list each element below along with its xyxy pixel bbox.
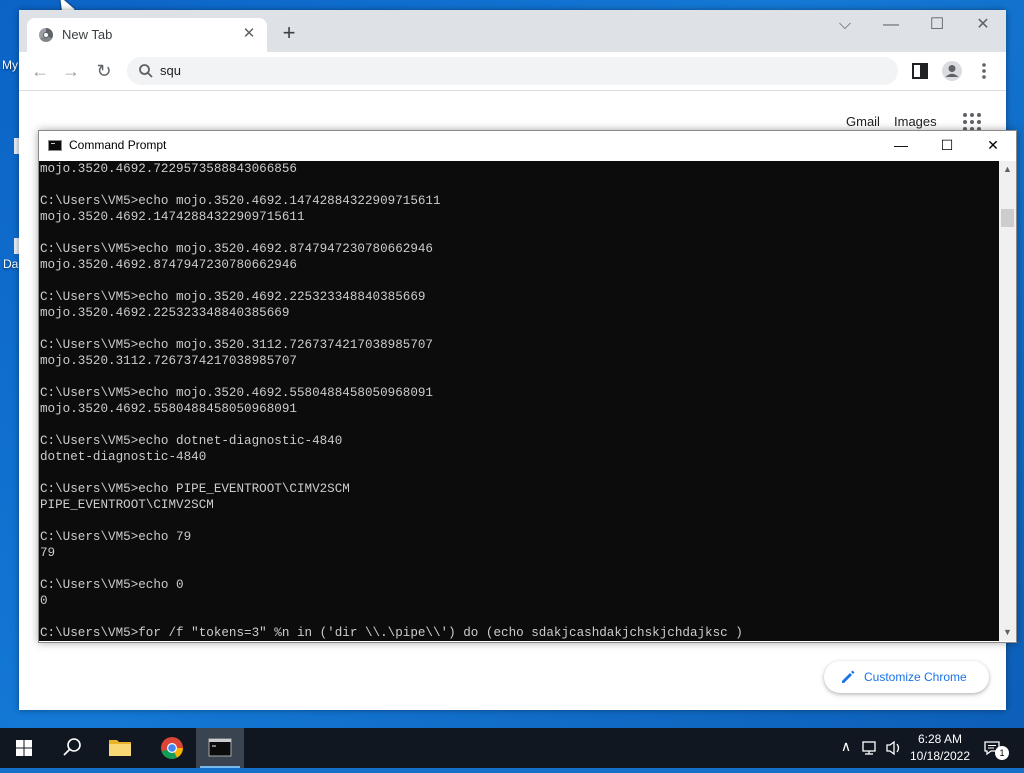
show-hidden-icons-chevron-icon[interactable]: ∧ bbox=[836, 738, 856, 755]
cmd-maximize-button[interactable]: ☐ bbox=[924, 131, 970, 161]
tab-title: New Tab bbox=[62, 27, 113, 42]
network-icon[interactable] bbox=[861, 739, 881, 757]
maximize-button[interactable]: ☐ bbox=[914, 10, 960, 42]
cmd-minimize-button[interactable]: — bbox=[878, 131, 924, 161]
search-icon bbox=[63, 738, 81, 756]
taskbar: ∧ 6:28 AM 10/18/2022 1 bbox=[0, 728, 1024, 768]
side-panel-icon[interactable] bbox=[908, 59, 932, 83]
pencil-icon bbox=[842, 670, 855, 683]
console-command-line: C:\Users\VM5>echo 79 bbox=[40, 530, 192, 544]
file-explorer-button[interactable] bbox=[96, 728, 144, 768]
console-command-line: C:\Users\VM5>echo PIPE_EVENTROOT\CIMV2SC… bbox=[40, 482, 350, 496]
chrome-favicon-icon bbox=[39, 28, 53, 42]
tab-strip: New Tab ✕ + ⌵ — ☐ ✕ bbox=[19, 10, 1006, 52]
console-output-line: mojo.3520.3112.7267374217038985707 bbox=[40, 354, 297, 368]
clock-time: 6:28 AM bbox=[917, 732, 963, 746]
scroll-up-arrow-icon[interactable]: ▲ bbox=[999, 161, 1016, 178]
more-vertical-icon[interactable] bbox=[972, 59, 996, 83]
console-output-line: 0 bbox=[40, 594, 48, 608]
address-bar-text[interactable]: squ bbox=[160, 63, 181, 78]
console-command-line: C:\Users\VM5>echo mojo.3520.4692.5580488… bbox=[40, 386, 433, 400]
google-apps-icon[interactable] bbox=[963, 113, 981, 131]
notification-count-badge: 1 bbox=[995, 746, 1009, 760]
desktop-icon-label[interactable]: Da bbox=[3, 257, 18, 271]
chrome-taskbar-button[interactable] bbox=[148, 728, 196, 768]
customize-chrome-label: Customize Chrome bbox=[864, 670, 967, 684]
forward-arrow-icon[interactable]: → bbox=[59, 59, 83, 83]
cmd-icon bbox=[208, 738, 232, 757]
minimize-button[interactable]: — bbox=[868, 10, 914, 42]
new-tab-button[interactable]: + bbox=[277, 22, 301, 46]
speaker-icon[interactable] bbox=[884, 739, 904, 757]
console-output-line: dotnet-diagnostic-4840 bbox=[40, 450, 207, 464]
console-output-line: mojo.3520.4692.225323348840385669 bbox=[40, 306, 290, 320]
console-command-line: C:\Users\VM5>echo mojo.3520.4692.1474288… bbox=[40, 194, 441, 208]
search-icon bbox=[139, 64, 153, 78]
console-output[interactable]: mojo.3520.4692.7229573588843066856 C:\Us… bbox=[39, 161, 999, 641]
cmd-window-title: Command Prompt bbox=[69, 138, 167, 152]
clock-date: 10/18/2022 bbox=[909, 749, 971, 763]
chrome-icon bbox=[161, 737, 183, 759]
cmd-close-button[interactable]: ✕ bbox=[970, 131, 1016, 161]
console-output-line: mojo.3520.4692.14742884322909715611 bbox=[40, 210, 305, 224]
gmail-link[interactable]: Gmail bbox=[846, 114, 880, 129]
browser-toolbar: ← → ↻ squ bbox=[19, 52, 1006, 91]
back-arrow-icon[interactable]: ← bbox=[28, 59, 52, 83]
reload-icon[interactable]: ↻ bbox=[92, 59, 116, 83]
console-output-line: mojo.3520.4692.8747947230780662946 bbox=[40, 258, 297, 272]
console-output-line: mojo.3520.4692.5580488458050968091 bbox=[40, 402, 297, 416]
cmd-titlebar[interactable]: Command Prompt — ☐ ✕ bbox=[39, 131, 1016, 161]
console-command-line: C:\Users\VM5>for /f "tokens=3" %n in ('d… bbox=[40, 626, 743, 640]
console-command-line: C:\Users\VM5>echo dotnet-diagnostic-4840 bbox=[40, 434, 343, 448]
windows-logo-icon bbox=[16, 740, 32, 756]
command-prompt-taskbar-button[interactable] bbox=[196, 728, 244, 768]
address-bar[interactable]: squ bbox=[127, 57, 898, 85]
customize-chrome-button[interactable]: Customize Chrome bbox=[824, 661, 989, 693]
folder-icon bbox=[109, 740, 131, 756]
system-clock[interactable]: 6:28 AM 10/18/2022 bbox=[905, 731, 975, 765]
console-text: mojo.3520.4692.7229573588843066856 C:\Us… bbox=[39, 161, 743, 641]
close-button[interactable]: ✕ bbox=[960, 10, 1006, 42]
console-output-line: mojo.3520.4692.7229573588843066856 bbox=[40, 162, 297, 176]
scrollbar-thumb[interactable] bbox=[1001, 209, 1014, 227]
tab-close-icon[interactable]: ✕ bbox=[239, 24, 259, 44]
console-command-line: C:\Users\VM5>echo mojo.3520.3112.7267374… bbox=[40, 338, 433, 352]
desktop-icon-label[interactable]: My bbox=[2, 58, 18, 72]
console-command-line: C:\Users\VM5>echo mojo.3520.4692.8747947… bbox=[40, 242, 433, 256]
console-command-line: C:\Users\VM5>echo mojo.3520.4692.2253233… bbox=[40, 290, 426, 304]
search-button[interactable] bbox=[48, 728, 96, 768]
scroll-down-arrow-icon[interactable]: ▼ bbox=[999, 624, 1016, 641]
start-button[interactable] bbox=[0, 728, 48, 768]
tab-search-chevron-down-icon[interactable]: ⌵ bbox=[822, 10, 868, 42]
cmd-app-icon bbox=[48, 140, 62, 151]
command-prompt-window: Command Prompt — ☐ ✕ mojo.3520.4692.7229… bbox=[38, 130, 1017, 643]
profile-avatar-icon[interactable] bbox=[940, 59, 964, 83]
images-link[interactable]: Images bbox=[894, 114, 937, 129]
console-scrollbar[interactable]: ▲ ▼ bbox=[999, 161, 1016, 641]
console-output-line: PIPE_EVENTROOT\CIMV2SCM bbox=[40, 498, 214, 512]
tab-new-tab[interactable]: New Tab ✕ bbox=[27, 18, 267, 52]
console-output-line: 79 bbox=[40, 546, 56, 560]
console-command-line: C:\Users\VM5>echo 0 bbox=[40, 578, 184, 592]
